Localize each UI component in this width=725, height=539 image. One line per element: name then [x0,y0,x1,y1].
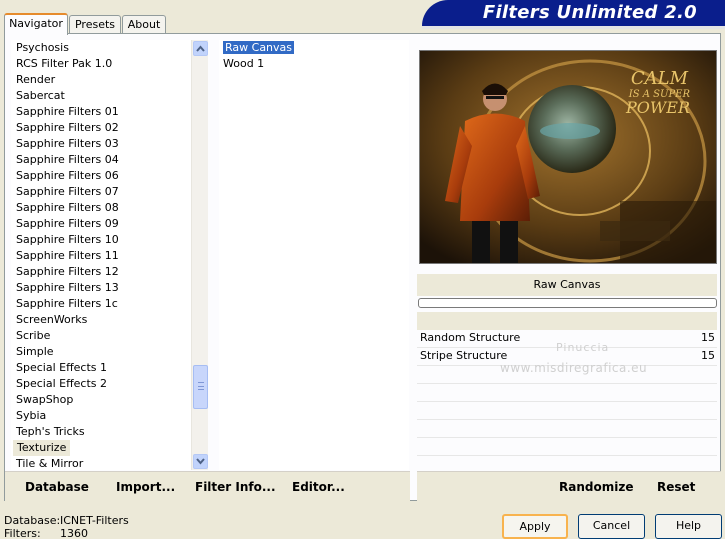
category-item[interactable]: Special Effects 2 [11,376,191,392]
category-item[interactable]: SwapShop [11,392,191,408]
category-item[interactable]: Sapphire Filters 08 [11,200,191,216]
category-item[interactable]: Tile & Mirror [11,456,191,470]
filter-info-button[interactable]: Filter Info... [195,480,276,494]
category-item[interactable]: Sapphire Filters 09 [11,216,191,232]
import-button[interactable]: Import... [116,480,175,494]
category-item[interactable]: Texturize [11,440,191,456]
category-item[interactable]: Sapphire Filters 07 [11,184,191,200]
randomize-button[interactable]: Randomize [559,480,633,494]
filters-label: Filters: [4,527,41,539]
preview-text-calm: CALM [631,68,689,89]
filter-item-label: Wood 1 [223,57,265,70]
cancel-button[interactable]: Cancel [578,514,645,539]
category-list[interactable]: Psychosis RCS Filter Pak 1.0 Render Saberca… [11,40,191,470]
parameter-row [417,438,717,456]
parameter-row [417,384,717,402]
navigator-panel: Psychosis RCS Filter Pak 1.0 Render Saberca… [4,33,721,501]
category-item[interactable]: Sabercat [11,88,191,104]
help-button[interactable]: Help [655,514,722,539]
preview-text-power: POWER [625,98,690,117]
progress-bar [418,298,717,308]
parameter-row [417,420,717,438]
category-item[interactable]: Teph's Tricks [11,424,191,440]
database-value: ICNET-Filters [60,514,129,527]
parameter-toolbar: Randomize Reset [417,471,721,501]
database-info: Database:ICNET-Filters Filters: 1360 [4,514,129,539]
reset-button[interactable]: Reset [657,480,695,494]
category-item[interactable]: Sapphire Filters 01 [11,104,191,120]
filter-list[interactable]: Raw Canvas Wood 1 [219,40,409,470]
category-item[interactable]: Scribe [11,328,191,344]
category-item[interactable]: Sapphire Filters 1c [11,296,191,312]
parameter-value[interactable]: 15 [701,330,715,346]
category-item[interactable]: Sapphire Filters 06 [11,168,191,184]
category-item[interactable]: Sapphire Filters 10 [11,232,191,248]
tab-about[interactable]: About [122,15,166,34]
chevron-down-icon [196,458,205,465]
tab-presets[interactable]: Presets [69,15,121,34]
filters-count: 1360 [60,527,88,539]
scroll-up-button[interactable] [193,41,208,56]
database-button[interactable]: Database [25,480,89,494]
scroll-down-button[interactable] [193,454,208,469]
watermark-url: www.misdiregrafica.eu [500,361,648,375]
app-title: Filters Unlimited 2.0 [482,2,697,23]
parameter-name: Stripe Structure [420,349,508,362]
category-item[interactable]: RCS Filter Pak 1.0 [11,56,191,72]
category-item[interactable]: Special Effects 1 [11,360,191,376]
parameter-value[interactable]: 15 [701,348,715,364]
parameter-row [417,402,717,420]
category-item[interactable]: Sapphire Filters 11 [11,248,191,264]
filter-item[interactable]: Wood 1 [219,56,409,72]
category-item[interactable]: Sapphire Filters 13 [11,280,191,296]
category-item[interactable]: ScreenWorks [11,312,191,328]
preview-image: CALM IS A SUPER POWER [419,50,717,264]
parameter-name: Random Structure [420,331,521,344]
watermark-name: Pinuccia [556,341,610,354]
category-item[interactable]: Sapphire Filters 02 [11,120,191,136]
filter-item-label: Raw Canvas [223,41,295,54]
category-item[interactable]: Sapphire Filters 04 [11,152,191,168]
filter-item[interactable]: Raw Canvas [219,40,409,56]
scroll-thumb[interactable] [193,365,208,409]
category-item[interactable]: Simple [11,344,191,360]
category-scrollbar[interactable] [191,40,208,470]
category-item[interactable]: Psychosis [11,40,191,56]
category-item[interactable]: Sybia [11,408,191,424]
tab-navigator[interactable]: Navigator [4,13,68,35]
navigator-toolbar: Database Import... Filter Info... Editor… [5,471,410,501]
chevron-up-icon [196,45,205,52]
category-item[interactable]: Render [11,72,191,88]
category-item-selected: Texturize [13,440,71,456]
title-banner: Filters Unlimited 2.0 [422,0,725,29]
database-label: Database: [4,514,61,527]
editor-button[interactable]: Editor... [292,480,345,494]
filter-name-label: Raw Canvas [417,274,717,296]
category-item[interactable]: Sapphire Filters 12 [11,264,191,280]
apply-button[interactable]: Apply [502,514,568,539]
preview-artwork: CALM IS A SUPER POWER [420,51,716,263]
category-item[interactable]: Sapphire Filters 03 [11,136,191,152]
